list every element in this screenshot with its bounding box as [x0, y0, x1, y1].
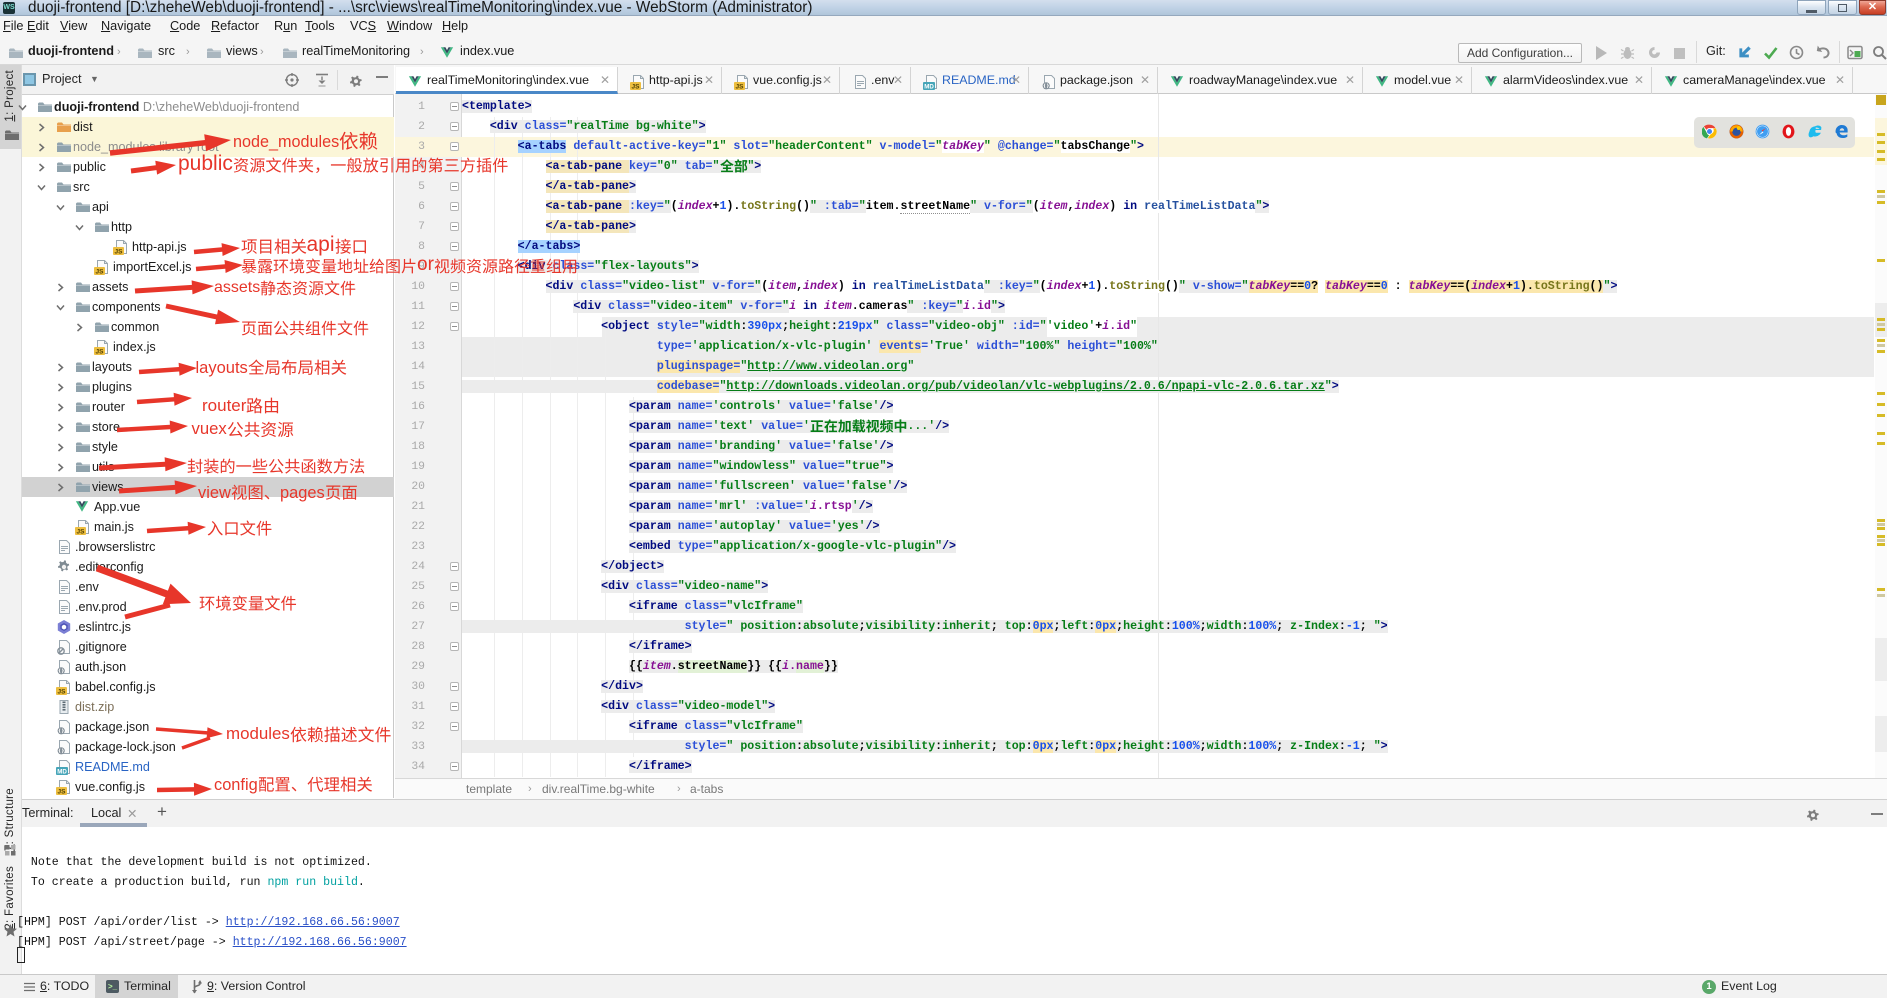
svg-text:JS: JS: [96, 269, 105, 276]
svg-text:JS: JS: [58, 689, 67, 696]
svg-text:JS: JS: [115, 249, 124, 256]
svg-text:JS: JS: [77, 529, 86, 536]
svg-text:MD: MD: [57, 768, 67, 775]
svg-text:JS: JS: [632, 84, 641, 91]
svg-text:JS: JS: [96, 349, 105, 356]
svg-text:JS: JS: [58, 789, 67, 796]
svg-text:MD: MD: [924, 83, 934, 90]
svg-text:JS: JS: [736, 84, 745, 91]
